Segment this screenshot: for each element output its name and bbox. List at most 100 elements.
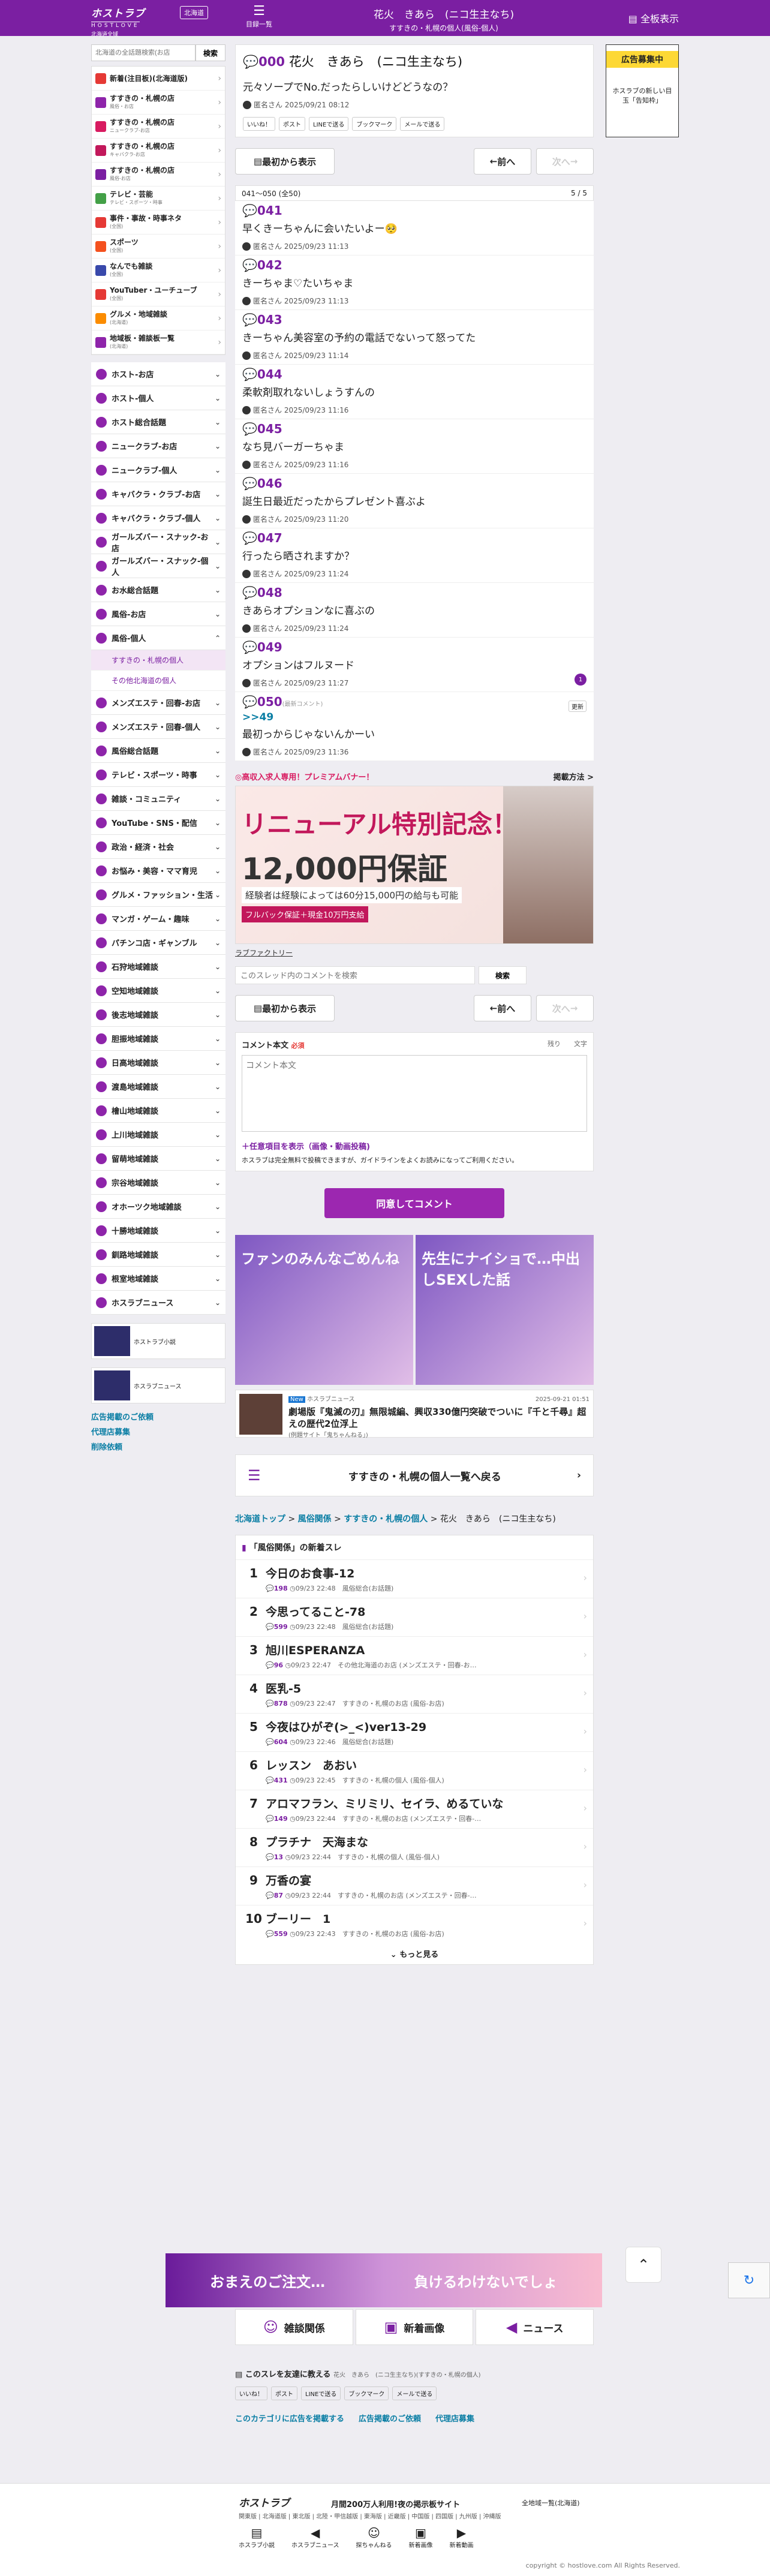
agency-link[interactable]: 代理店募集 [91,1426,225,1437]
sidebar-category[interactable]: 新着(注目板)(北海道版) › [92,67,225,91]
sidebar-nav-item[interactable]: YouTube・SNS・配信 ⌄ [91,811,225,835]
share-mail[interactable]: メールで送る [400,117,445,131]
sidebar-nav-item[interactable]: ホスト-個人 ⌄ [91,386,225,410]
sidebar-nav-item[interactable]: ホスラブニュース ⌄ [91,1291,225,1315]
sidebar-nav-item[interactable]: キャバクラ・クラブ-個人 ⌄ [91,506,225,530]
region-button[interactable]: 北海道 [180,6,208,19]
post-number[interactable]: 047 [257,531,282,545]
all-show-button[interactable]: ▤ 全板表示 [628,11,679,25]
post-reply-link[interactable]: >>49 [242,711,586,723]
thread-row[interactable]: 9 万香の宴 💬87 ◷09/23 22:44 すすきの・札幌のお店 (メンズエステ… [236,1866,593,1905]
footer-nav-images[interactable]: ▣ 新着画像 [409,2526,433,2549]
sidebar-nav-item[interactable]: 檜山地域雑談 ⌄ [91,1099,225,1123]
board-list-button[interactable]: ☰ 目録一覧 [241,4,277,29]
share-post[interactable]: ポスト [271,2386,297,2400]
pager-page[interactable]: 5 / 5 [571,189,587,197]
sidebar-nav-item[interactable]: 空知地域雑談 ⌄ [91,979,225,1003]
sidebar-category[interactable]: YouTuber・ユーチューブ (全国) › [92,282,225,306]
news-banner[interactable]: ホスラブニュース [91,1367,225,1403]
thread-row[interactable]: 6 レッスン あおい 💬431 ◷09/23 22:45 すすきの・札幌の個人 (風… [236,1751,593,1790]
sidebar-nav-item[interactable]: 風俗総合話題 ⌄ [91,739,225,763]
next-button-bottom[interactable]: 次へ → [536,995,594,1021]
post-number[interactable]: 048 [257,585,282,600]
category-ad-link[interactable]: このカテゴリに広告を掲載する [235,2412,344,2424]
breadcrumb-board[interactable]: すすきの・札幌の個人 [344,1514,428,1524]
footer-region-list[interactable]: 全地域一覧(北海道) [522,2498,580,2508]
sidebar-category[interactable]: すすきの・札幌の店 キャバクラ-お店 › [92,139,225,163]
footer-nav-search[interactable]: ☺ 探ちゃんねる [356,2526,392,2549]
sidebar-search-button[interactable]: 検索 [195,44,225,61]
ad-request-link[interactable]: 広告掲載のご依頼 [359,2412,421,2424]
thread-row[interactable]: 5 今夜はひがぞ(>_<)ver13-29 💬604 ◷09/23 22:46 風俗… [236,1713,593,1751]
sidebar-nav-item[interactable]: ガールズバー・スナック-個人 ⌄ [91,554,225,578]
big-ad[interactable]: ファンのみんなごめんね 先生にナイショで…中出しSEXした話 [235,1235,594,1385]
post-number[interactable]: 041 [257,203,282,218]
sidebar-nav-item[interactable]: メンズエステ・回春-個人 ⌄ [91,715,225,739]
sidebar-nav-item[interactable]: お水総合話題 ⌄ [91,578,225,602]
right-ad[interactable]: 広告募集中 ホスラブの新しい目玉「告知枠」 [606,44,679,137]
first-button-bottom[interactable]: ▤ 最初から表示 [235,995,335,1021]
bottom-ad[interactable]: おまえのご注文… 負けるわけないでしょ [166,2253,602,2307]
reply-count-badge[interactable]: 1 [575,674,586,686]
sidebar-nav-item[interactable]: 渡島地域雑談 ⌄ [91,1075,225,1099]
thread-row[interactable]: 8 プラチナ 天海まな 💬13 ◷09/23 22:44 すすきの・札幌の個人 (風… [236,1828,593,1866]
sidebar-search-input[interactable] [91,44,195,61]
news-item[interactable]: New ホスラブニュース 2025-09-21 01:51 劇場版『鬼滅の刃』無限… [235,1390,594,1439]
share-bookmark[interactable]: ブックマーク [352,117,397,131]
sidebar-nav-item[interactable]: 宗谷地域雑談 ⌄ [91,1171,225,1195]
sidebar-nav-item[interactable]: 胆振地域雑談 ⌄ [91,1027,225,1051]
sidebar-category[interactable]: 地域板・雑談板一覧 (北海道) › [92,330,225,354]
sidebar-nav-item[interactable]: 日高地域雑談 ⌄ [91,1051,225,1075]
thread-row[interactable]: 1 今日のお食事-12 💬198 ◷09/23 22:48 風俗総合(お話題) › [236,1559,593,1598]
sidebar-nav-item[interactable]: ホスト総合話題 ⌄ [91,410,225,434]
share-like[interactable]: いいね！ [235,2386,267,2400]
back-to-board[interactable]: ☰ すすきの・札幌の個人一覧へ戻る › [235,1454,594,1496]
sidebar-category[interactable]: すすきの・札幌の店 ニュークラブ-お店 › [92,115,225,139]
thread-search-button[interactable]: 検索 [479,966,527,984]
footer-nav-videos[interactable]: ▶ 新着動画 [450,2526,474,2549]
breadcrumb-category[interactable]: 風俗関係 [298,1514,332,1524]
sidebar-nav-item[interactable]: オホーツク地域雑談 ⌄ [91,1195,225,1219]
optional-toggle[interactable]: ＋任意項目を表示（画像・動画投稿) [242,1140,587,1152]
prev-button[interactable]: ← 前へ [474,148,531,175]
sidebar-nav-item[interactable]: パチンコ店・ギャンブル ⌄ [91,931,225,955]
sidebar-nav-item[interactable]: グルメ・ファッション・生活 ⌄ [91,883,225,907]
sidebar-nav-item[interactable]: キャバクラ・クラブ-お店 ⌄ [91,482,225,506]
delete-request-link[interactable]: 削除依頼 [91,1441,225,1452]
sidebar-nav-item[interactable]: 政治・経済・社会 ⌄ [91,835,225,859]
sidebar-nav-item[interactable]: マンガ・ゲーム・趣味 ⌄ [91,907,225,931]
sidebar-nav-item[interactable]: お悩み・美容・ママ育児 ⌄ [91,859,225,883]
comment-textarea[interactable] [242,1055,587,1132]
sidebar-subitem[interactable]: すすきの・札幌の個人 [91,650,225,671]
prev-button-bottom[interactable]: ← 前へ [474,995,531,1021]
sidebar-nav-item[interactable]: 雑談・コミュニティ ⌄ [91,787,225,811]
sidebar-nav-item[interactable]: 風俗-お店 ⌄ [91,602,225,626]
thread-row[interactable]: 7 アロマフラン、ミリミリ、セイラ、めるていな 💬149 ◷09/23 22:44 … [236,1790,593,1828]
sidebar-nav-item[interactable]: 釧路地域雑談 ⌄ [91,1243,225,1267]
sidebar-category[interactable]: テレビ・芸能 テレビ・スポーツ・時事 › [92,187,225,211]
first-button[interactable]: ▤ 最初から表示 [235,148,335,175]
share-like[interactable]: いいね！ [243,117,275,131]
sidebar-nav-item[interactable]: テレビ・スポーツ・時事 ⌄ [91,763,225,787]
sidebar-subitem[interactable]: その他北海道の個人 [91,671,225,691]
thread-row[interactable]: 4 医乳-5 💬878 ◷09/23 22:47 すすきの・札幌のお店 (風俗-お店… [236,1675,593,1713]
sidebar-category[interactable]: スポーツ (全国) › [92,235,225,258]
post-number[interactable]: 044 [257,367,282,381]
thread-search-input[interactable] [235,966,475,984]
sidebar-nav-item[interactable]: 風俗-個人 ⌃ [91,626,225,650]
sidebar-nav-item[interactable]: 留萌地域雑談 ⌄ [91,1147,225,1171]
post-number[interactable]: 043 [257,312,282,327]
novel-banner[interactable]: ホストラブ小説 [91,1323,225,1359]
sidebar-nav-item[interactable]: ニュークラブ-お店 ⌄ [91,434,225,458]
next-button[interactable]: 次へ → [536,148,594,175]
sidebar-nav-item[interactable]: ホスト-お店 ⌄ [91,362,225,386]
share-line[interactable]: LINEで送る [301,2386,341,2400]
sidebar-nav-item[interactable]: 根室地域雑談 ⌄ [91,1267,225,1291]
share-mail[interactable]: メールで送る [392,2386,437,2400]
more-button[interactable]: ⌄ もっと見る [236,1943,593,1964]
post-number[interactable]: 049 [257,640,282,654]
update-badge[interactable]: 更新 [569,701,586,712]
breadcrumb-top[interactable]: 北海道トップ [235,1514,285,1524]
thread-row[interactable]: 2 今思ってること-78 💬599 ◷09/23 22:48 風俗総合(お話題) › [236,1598,593,1636]
site-logo[interactable]: ホストラブ HOSTLOVE 北海道全域 [91,5,169,38]
